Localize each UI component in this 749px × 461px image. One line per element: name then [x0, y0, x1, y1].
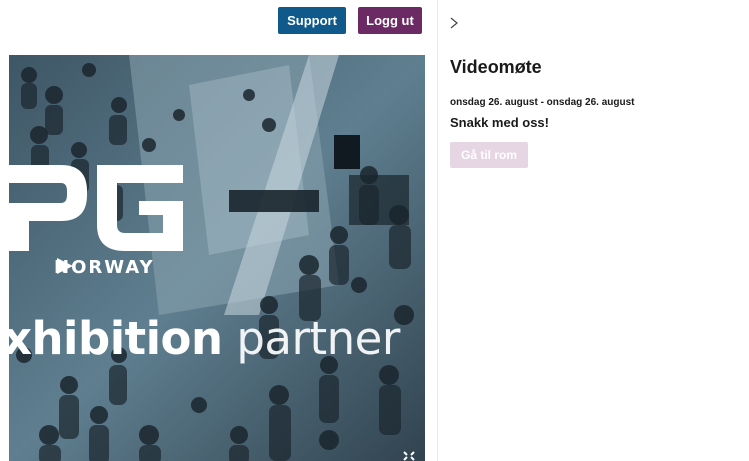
panel-title: Videomøte — [450, 57, 542, 77]
event-dates: onsdag 26. august - onsdag 26. august — [450, 97, 635, 108]
company-logo — [9, 165, 183, 251]
video-player[interactable]: NORWAY xhibition partner — [9, 55, 425, 461]
event-description: Snakk med oss! — [450, 115, 549, 130]
go-to-room-button[interactable]: Gå til rom — [450, 142, 528, 168]
logout-button[interactable]: Logg ut — [358, 7, 422, 34]
page: Support Logg ut NORWAY xhibition partner… — [0, 0, 749, 461]
fullscreen-icon[interactable] — [403, 451, 415, 461]
chevron-right-icon[interactable] — [448, 16, 460, 30]
tagline-bold: xhibition — [9, 312, 223, 365]
video-tagline: xhibition partner — [9, 312, 400, 365]
panel-divider — [437, 0, 438, 461]
tagline-light: partner — [236, 312, 400, 365]
support-button[interactable]: Support — [278, 7, 346, 34]
play-icon[interactable] — [53, 256, 77, 276]
